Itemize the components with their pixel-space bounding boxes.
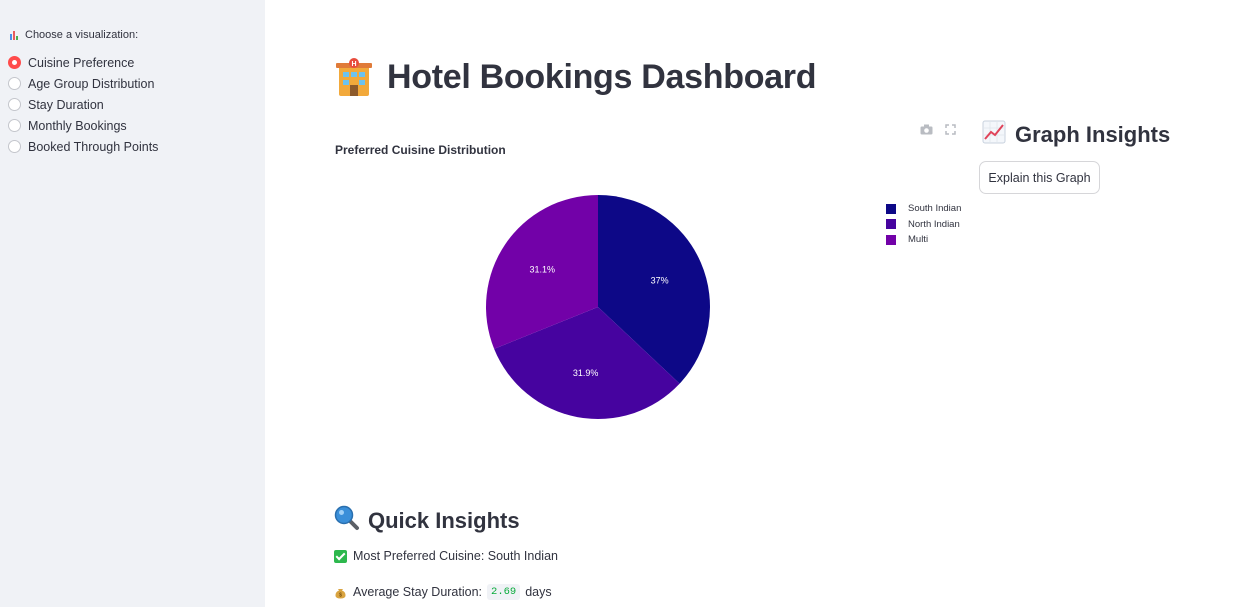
radio-button-selected[interactable] xyxy=(8,56,21,69)
average-stay-unit: days xyxy=(525,585,552,599)
legend-item[interactable]: Multi xyxy=(886,232,961,248)
pie-slice-label: 37% xyxy=(651,275,669,285)
magnifying-glass-icon xyxy=(334,505,360,536)
radio-option-label: Monthly Bookings xyxy=(28,118,127,133)
bar-chart-icon xyxy=(10,30,20,40)
chart-modebar xyxy=(920,122,958,135)
check-mark-icon xyxy=(334,549,347,563)
legend-label: North Indian xyxy=(908,218,960,230)
average-stay-insight: $ Average Stay Duration: 2.69 days xyxy=(334,584,552,600)
legend-label: Multi xyxy=(908,234,929,246)
legend-swatch xyxy=(886,234,896,245)
average-stay-label: Average Stay Duration: xyxy=(353,585,483,599)
hotel-icon: H xyxy=(335,57,373,97)
page-title: H Hotel Bookings Dashboard xyxy=(335,57,816,97)
camera-icon[interactable] xyxy=(920,122,933,135)
legend-swatch xyxy=(886,219,896,230)
chart-legend: South Indian North Indian Multi xyxy=(886,201,961,248)
quick-insights-header: Quick Insights xyxy=(334,505,520,536)
radio-button[interactable] xyxy=(8,77,21,90)
radio-option-age-group-distribution[interactable]: Age Group Distribution xyxy=(8,73,158,94)
quick-insights-title: Quick Insights xyxy=(368,507,520,533)
svg-text:$: $ xyxy=(339,592,342,598)
legend-swatch xyxy=(886,203,896,214)
visualization-label-text: Choose a visualization: xyxy=(25,29,139,41)
preferred-cuisine-text: Most Preferred Cuisine: South Indian xyxy=(353,549,558,563)
graph-insights-header: Graph Insights xyxy=(982,120,1170,149)
visualization-label: Choose a visualization: xyxy=(10,29,138,41)
chart-increasing-icon xyxy=(982,120,1006,149)
visualization-radio-group: Cuisine Preference Age Group Distributio… xyxy=(8,52,158,157)
explain-graph-button[interactable]: Explain this Graph xyxy=(979,161,1100,194)
radio-option-stay-duration[interactable]: Stay Duration xyxy=(8,94,158,115)
radio-option-booked-through-points[interactable]: Booked Through Points xyxy=(8,136,158,157)
radio-option-label: Age Group Distribution xyxy=(28,76,155,91)
preferred-cuisine-insight: Most Preferred Cuisine: South Indian xyxy=(334,549,558,563)
fullscreen-icon[interactable] xyxy=(945,122,958,135)
radio-option-label: Cuisine Preference xyxy=(28,55,135,70)
money-bag-icon: $ xyxy=(334,586,347,599)
radio-button[interactable] xyxy=(8,119,21,132)
page-title-text: Hotel Bookings Dashboard xyxy=(387,57,817,96)
average-stay-value: 2.69 xyxy=(487,584,521,600)
radio-option-monthly-bookings[interactable]: Monthly Bookings xyxy=(8,115,158,136)
legend-item[interactable]: North Indian xyxy=(886,217,961,233)
legend-label: South Indian xyxy=(908,203,962,215)
chart-title: Preferred Cuisine Distribution xyxy=(335,143,506,157)
radio-option-label: Booked Through Points xyxy=(28,139,159,154)
radio-button[interactable] xyxy=(8,140,21,153)
sidebar: Choose a visualization: Cuisine Preferen… xyxy=(0,0,265,607)
pie-slice-label: 31.1% xyxy=(530,264,556,274)
svg-text:H: H xyxy=(351,61,356,68)
legend-item[interactable]: South Indian xyxy=(886,201,961,217)
pie-chart: 37% 31.9% 31.1% xyxy=(485,195,710,419)
graph-insights-title: Graph Insights xyxy=(1015,121,1171,147)
pie-slice-label: 31.9% xyxy=(573,368,599,378)
radio-button[interactable] xyxy=(8,98,21,111)
radio-option-label: Stay Duration xyxy=(28,97,104,112)
radio-option-cuisine-preference[interactable]: Cuisine Preference xyxy=(8,52,158,73)
